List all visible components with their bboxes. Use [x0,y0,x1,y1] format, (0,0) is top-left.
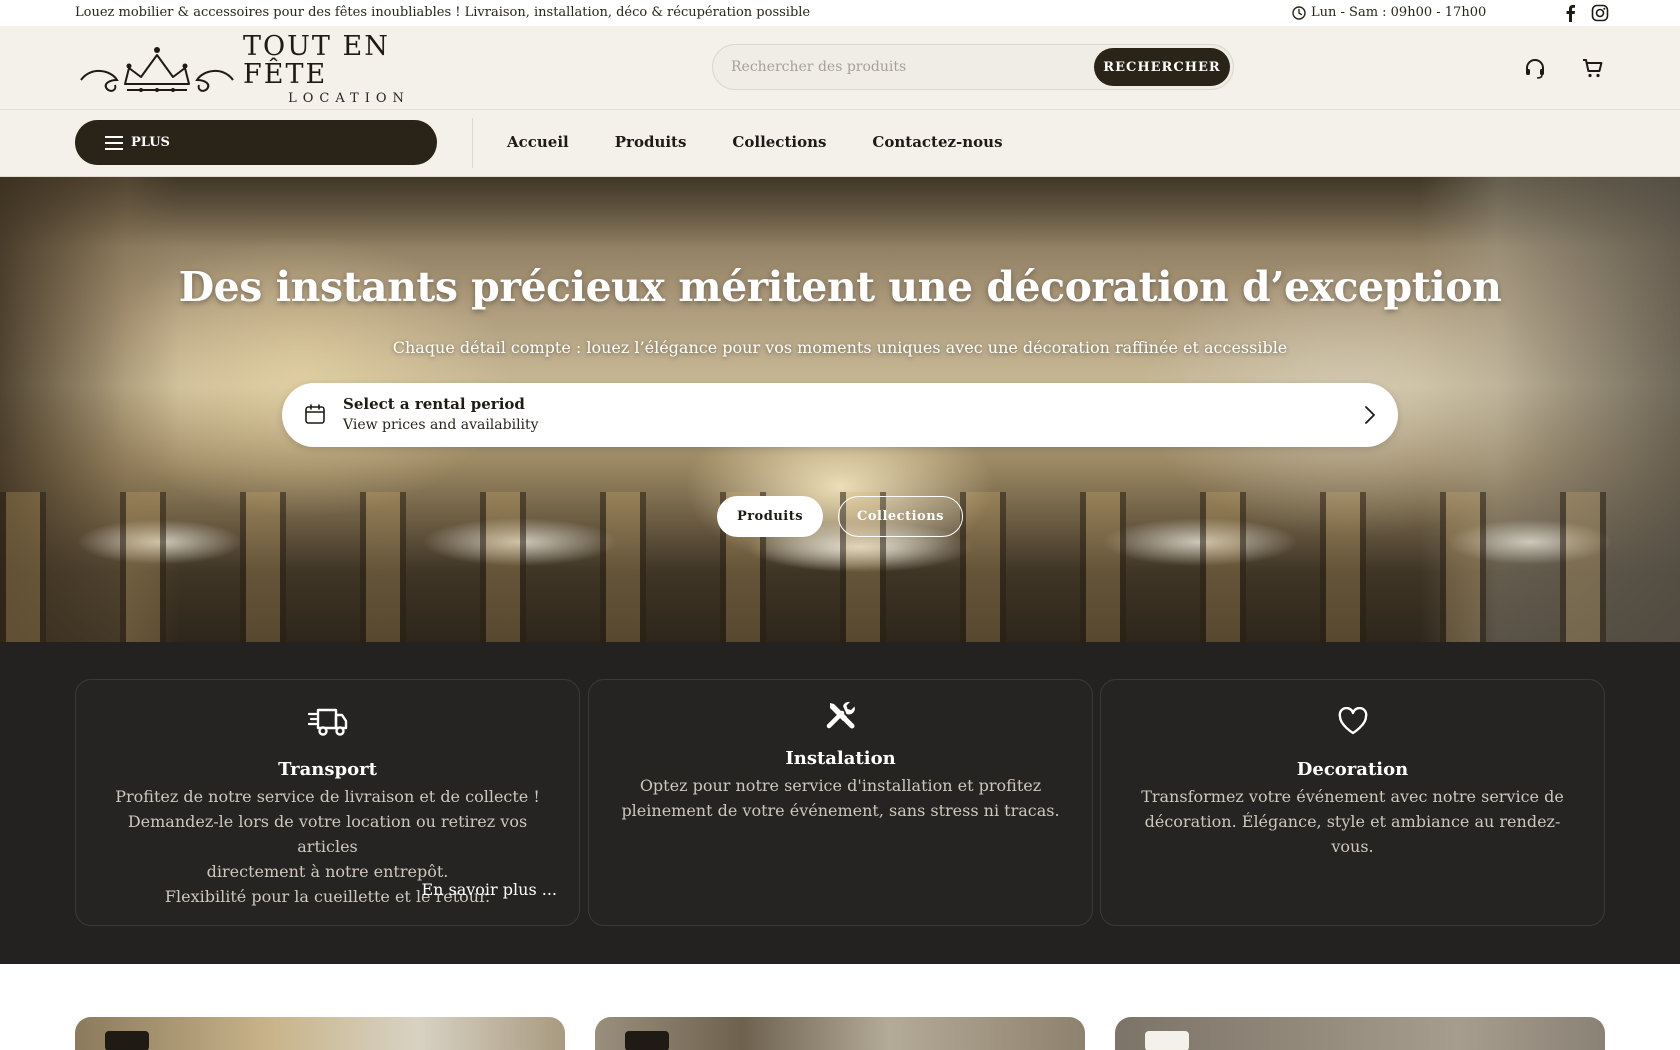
main-navigation: PLUS Accueil Produits Collections Contac… [0,110,1680,177]
service-text-decoration: Transformez votre événement avec notre s… [1125,784,1580,859]
hamburger-icon [105,135,123,150]
collection-badge [105,1031,149,1050]
service-text-line: décoration. Élégance, style et ambiance … [1144,812,1561,856]
nav-divider [472,118,473,168]
cart-icon[interactable] [1579,54,1607,82]
search-bar: RECHERCHER [712,44,1234,90]
nav-link-produits[interactable]: Produits [615,133,687,151]
headset-icon[interactable] [1521,54,1549,82]
service-text-line: pleinement de votre événement, sans stre… [621,801,1060,820]
nav-link-contact[interactable]: Contactez-nous [872,133,1002,151]
nav-link-collections[interactable]: Collections [732,133,826,151]
hero-produits-button[interactable]: Produits [717,496,823,537]
search-button[interactable]: RECHERCHER [1094,48,1230,86]
brand-text: TOUT EN FÊTE LOCATION [243,30,455,106]
chevron-right-icon [1365,406,1375,424]
nav-links: Accueil Produits Collections Contactez-n… [507,133,1049,151]
search-input[interactable] [731,59,1071,75]
calendar-icon [305,404,325,424]
service-text-line: Demandez-le lors de votre location ou re… [127,812,528,856]
clock-icon [1292,5,1306,20]
opening-hours-text: Lun - Sam : 09h00 - 17h00 [1311,5,1487,20]
site-header: TOUT EN FÊTE LOCATION RECHERCHER [0,26,1680,110]
rental-period-title: Select a rental period [343,395,525,413]
hero-subtitle: Chaque détail compte : louez l’élégance … [392,338,1288,357]
collection-card[interactable] [595,1017,1085,1050]
rental-period-subtitle: View prices and availability [343,417,539,433]
service-text-installation: Optez pour notre service d'installation … [613,773,1068,823]
service-text-line: Profitez de notre service de livraison e… [115,787,540,806]
collection-card[interactable] [1115,1017,1605,1050]
collection-badge [1145,1031,1189,1050]
hero-collections-button[interactable]: Collections [838,496,963,537]
service-card-transport: Transport Profitez de notre service de l… [75,679,580,926]
services-section: Transport Profitez de notre service de l… [0,642,1680,964]
service-title-installation: Instalation [785,748,896,769]
heart-icon [1101,707,1604,735]
service-card-decoration: Decoration Transformez votre événement a… [1100,679,1605,926]
service-card-installation: Instalation Optez pour notre service d'i… [588,679,1093,926]
brand-subname: LOCATION [288,90,410,106]
facebook-icon[interactable] [1560,3,1580,23]
crown-ornament-icon [80,47,234,92]
instagram-icon[interactable] [1590,3,1610,23]
opening-hours: Lun - Sam : 09h00 - 17h00 [1292,5,1486,20]
service-text-line: Optez pour notre service d'installation … [639,776,1042,795]
brand-name: TOUT EN FÊTE [243,30,390,90]
menu-plus-button[interactable]: PLUS [75,120,437,165]
hero-title: Des instants précieux méritent une décor… [178,263,1502,311]
truck-icon [76,704,579,738]
social-links [1560,3,1610,23]
collection-card[interactable] [75,1017,565,1050]
brand-logo[interactable]: TOUT EN FÊTE LOCATION [75,32,455,106]
service-text-line: Transformez votre événement avec notre s… [1141,787,1564,806]
nav-link-accueil[interactable]: Accueil [507,133,569,151]
collection-badge [625,1031,669,1050]
rental-period-selector[interactable]: Select a rental period View prices and a… [282,383,1398,447]
tools-icon [589,699,1092,731]
hero-banner: Des instants précieux méritent une décor… [0,177,1680,642]
transport-learn-more-link[interactable]: En savoir plus ... [421,880,557,899]
menu-plus-label: PLUS [131,135,170,150]
announcement-message: Louez mobilier & accessoires pour des fê… [75,5,811,20]
service-title-transport: Transport [278,759,377,780]
announcement-bar: Louez mobilier & accessoires pour des fê… [0,0,1680,26]
service-title-decoration: Decoration [1296,759,1409,780]
featured-collections [0,964,1680,1050]
